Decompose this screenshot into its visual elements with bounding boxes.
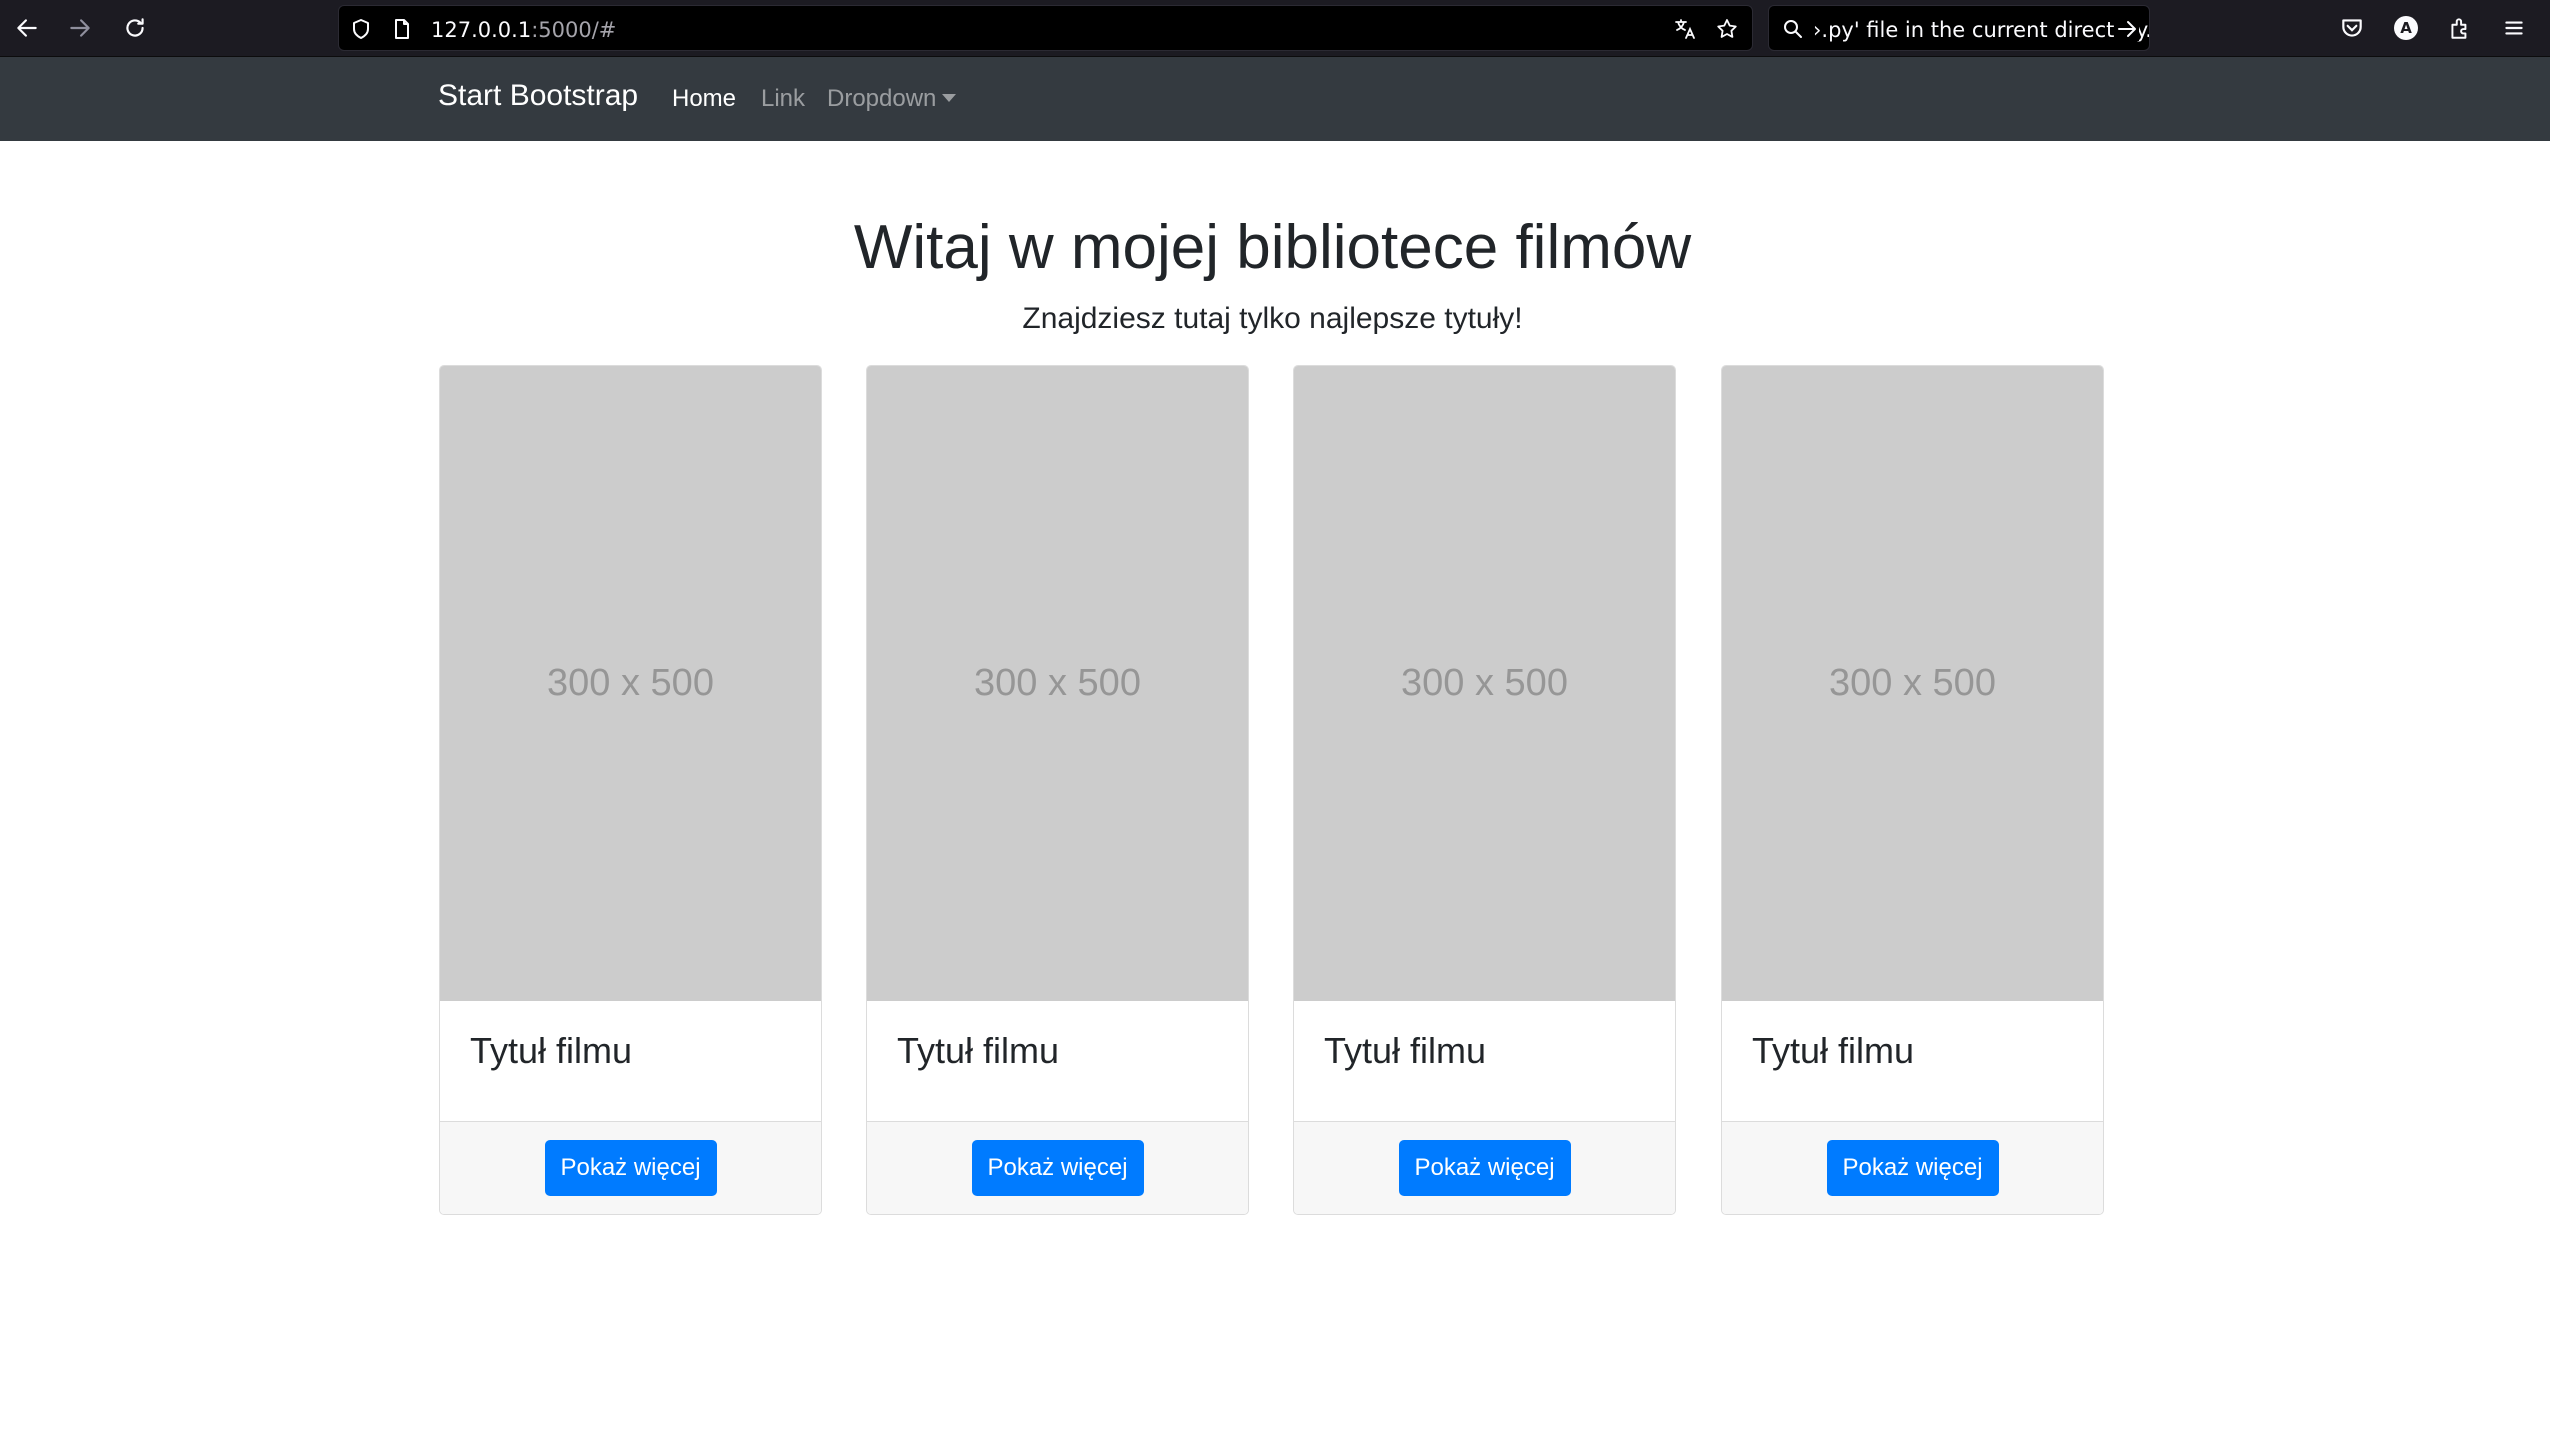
movie-card: 300 x 500 Tytuł filmu Pokaż więcej xyxy=(439,365,822,1215)
movie-poster-placeholder: 300 x 500 xyxy=(1294,366,1675,1001)
menu-icon[interactable] xyxy=(2500,14,2528,42)
show-more-button[interactable]: Pokaż więcej xyxy=(971,1140,1144,1196)
url-bar[interactable]: 127.0.0.1:5000/# xyxy=(338,5,1753,51)
card-footer: Pokaż więcej xyxy=(1294,1121,1675,1214)
caret-down-icon xyxy=(942,94,957,102)
show-more-button[interactable]: Pokaż więcej xyxy=(1826,1140,1999,1196)
back-icon[interactable] xyxy=(8,9,46,47)
movie-card: 300 x 500 Tytuł filmu Pokaż więcej xyxy=(1293,365,1676,1215)
account-letter: A xyxy=(2394,16,2418,40)
page-title: Witaj w mojej bibliotece filmów xyxy=(853,213,1692,282)
site-navbar: Start Bootstrap Home Link Dropdown xyxy=(0,57,2550,141)
nav-dropdown-toggle[interactable]: Dropdown xyxy=(827,85,957,113)
reload-icon[interactable] xyxy=(116,9,154,47)
movie-title: Tytuł filmu xyxy=(1752,1030,1915,1071)
translate-icon[interactable] xyxy=(1673,17,1697,41)
shield-icon[interactable] xyxy=(349,17,373,41)
navbar-brand[interactable]: Start Bootstrap xyxy=(438,79,638,113)
show-more-button[interactable]: Pokaż więcej xyxy=(1398,1140,1571,1196)
go-arrow-icon[interactable] xyxy=(2115,17,2139,41)
nav-dropdown-label: Dropdown xyxy=(827,85,937,112)
page-subtitle: Znajdziesz tutaj tylko najlepsze tytuły! xyxy=(1022,302,1523,335)
search-bar[interactable]: ›.py' file in the current directory. xyxy=(1768,5,2150,51)
movie-title: Tytuł filmu xyxy=(1324,1030,1487,1071)
browser-toolbar: 127.0.0.1:5000/# ›.py' file in the curre… xyxy=(0,0,2550,57)
nav-link-link[interactable]: Link xyxy=(761,85,805,113)
page-icon[interactable] xyxy=(390,17,414,41)
movie-poster-placeholder: 300 x 500 xyxy=(867,366,1248,1001)
movie-card: 300 x 500 Tytuł filmu Pokaż więcej xyxy=(1721,365,2104,1215)
pocket-icon[interactable] xyxy=(2338,14,2366,42)
nav-link-home[interactable]: Home xyxy=(672,85,736,113)
movie-poster-placeholder: 300 x 500 xyxy=(440,366,821,1001)
url-text[interactable]: 127.0.0.1:5000/# xyxy=(431,18,616,42)
movie-card: 300 x 500 Tytuł filmu Pokaż więcej xyxy=(866,365,1249,1215)
extensions-icon[interactable] xyxy=(2446,14,2474,42)
card-footer: Pokaż więcej xyxy=(440,1121,821,1214)
star-icon[interactable] xyxy=(1715,17,1739,41)
forward-icon[interactable] xyxy=(61,9,99,47)
card-footer: Pokaż więcej xyxy=(867,1121,1248,1214)
movie-title: Tytuł filmu xyxy=(897,1030,1060,1071)
account-icon[interactable]: A xyxy=(2392,14,2420,42)
search-input-text[interactable]: ›.py' file in the current directory. xyxy=(1813,18,2149,42)
show-more-button[interactable]: Pokaż więcej xyxy=(544,1140,717,1196)
movie-title: Tytuł filmu xyxy=(470,1030,633,1071)
card-footer: Pokaż więcej xyxy=(1722,1121,2103,1214)
search-icon xyxy=(1781,17,1805,41)
movie-poster-placeholder: 300 x 500 xyxy=(1722,366,2103,1001)
